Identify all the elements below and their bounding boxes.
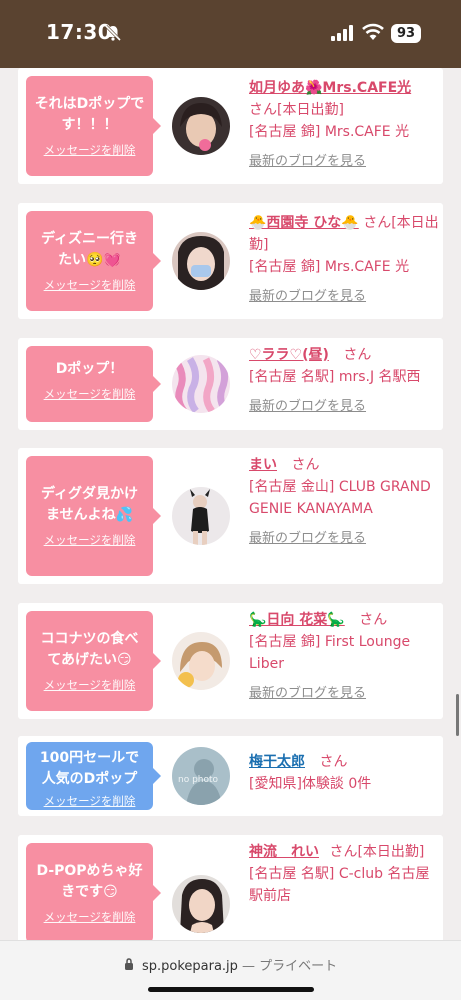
url-text: sp.pokepara.jp (141, 959, 238, 974)
message-bubble: D-POPめちゃ好きです😏 メッセージを削除 (26, 843, 161, 943)
delete-message-link[interactable]: メッセージを削除 (26, 277, 153, 293)
message-bubble: それはDポップです！！！ メッセージを削除 (26, 76, 161, 176)
honorific-status: さん[本日出勤] (329, 844, 425, 860)
message-bubble: 100円セールで人気のDポップ メッセージを削除 (26, 742, 161, 810)
list-item: ディズニー行きたい🥺💓 メッセージを削除 🐣西園寺 ひな🐣 さん[本日出勤] [… (18, 203, 443, 319)
message-text: ディズニー行きたい🥺💓 (40, 231, 139, 268)
girl-name-link[interactable]: 🐣西園寺 ひな🐣 (249, 215, 359, 231)
girl-name-link[interactable]: 🦕日向 花菜🦕 (249, 612, 345, 628)
delete-message-link[interactable]: メッセージを削除 (26, 793, 153, 809)
avatar[interactable] (172, 487, 230, 545)
honorific-status: さん (319, 754, 348, 770)
profile-info: 如月ゆあ🌺Mrs.CAFE光 さん[本日出勤] [名古屋 錦] Mrs.CAFE… (249, 77, 439, 173)
shop-name: [愛知県]体験談 0件 (249, 776, 372, 792)
girl-name-link[interactable]: まい (249, 457, 277, 473)
avatar[interactable] (172, 97, 230, 155)
profile-info: 梅干太郎 さん [愛知県]体験談 0件 (249, 751, 439, 795)
avatar[interactable] (172, 232, 230, 290)
profile-info: 🐣西園寺 ひな🐣 さん[本日出勤] [名古屋 錦] Mrs.CAFE 光 最新の… (249, 212, 439, 308)
blog-link[interactable]: 最新のブログを見る (249, 396, 439, 418)
message-text: ココナツの食べてあげたい😏 (40, 631, 139, 668)
message-bubble: ディズニー行きたい🥺💓 メッセージを削除 (26, 211, 161, 311)
blog-link[interactable]: 最新のブログを見る (249, 151, 439, 173)
girl-name-link[interactable]: 如月ゆあ🌺Mrs.CAFE光 (249, 80, 411, 96)
avatar[interactable] (172, 355, 230, 413)
message-text: それはDポップです！！！ (34, 96, 145, 133)
list-item: ココナツの食べてあげたい😏 メッセージを削除 🦕日向 花菜🦕 さん [名古屋 錦… (18, 603, 443, 719)
avatar[interactable] (172, 875, 230, 933)
shop-name: [名古屋 金山] CLUB GRAND GENIE KANAYAMA (249, 479, 431, 517)
profile-info: 神流 れい さん[本日出勤] [名古屋 名駅] C-club 名古屋駅前店 (249, 841, 439, 907)
message-text: D-POPめちゃ好きです😏 (36, 863, 143, 900)
status-bar: 17:30 93 (0, 0, 461, 68)
shop-name: [名古屋 錦] First Lounge Liber (249, 634, 411, 672)
battery-indicator: 93 (391, 24, 421, 43)
blog-link[interactable]: 最新のブログを見る (249, 528, 439, 550)
home-indicator[interactable] (148, 987, 314, 992)
message-bubble: ディグダ見かけませんよね💦 メッセージを削除 (26, 456, 161, 576)
message-bubble: ココナツの食べてあげたい😏 メッセージを削除 (26, 611, 161, 711)
list-item: D-POPめちゃ好きです😏 メッセージを削除 神流 れい さん[本日出勤] [名… (18, 835, 443, 945)
delete-message-link[interactable]: メッセージを削除 (26, 909, 153, 925)
cellular-signal-icon (331, 25, 353, 41)
avatar[interactable] (172, 632, 230, 690)
honorific-status: さん (359, 612, 388, 628)
blog-link[interactable]: 最新のブログを見る (249, 286, 439, 308)
wifi-icon (362, 23, 384, 40)
honorific-status: さん (291, 457, 320, 473)
honorific-status: さん[本日出勤] (249, 102, 344, 118)
honorific-status: さん (343, 347, 372, 363)
private-mode-label: — プライベート (242, 959, 338, 974)
profile-info: ♡ララ♡(昼) さん [名古屋 名駅] mrs.J 名駅西 最新のブログを見る (249, 344, 439, 418)
delete-message-link[interactable]: メッセージを削除 (26, 677, 153, 693)
bell-muted-icon (104, 24, 122, 42)
message-text: 100円セールで人気のDポップ (39, 750, 140, 787)
list-item: Dポップ！ メッセージを削除 ♡ララ♡(昼) さん [名古屋 名駅] mrs.J… (18, 338, 443, 430)
profile-info: 🦕日向 花菜🦕 さん [名古屋 錦] First Lounge Liber 最新… (249, 609, 439, 705)
delete-message-link[interactable]: メッセージを削除 (26, 386, 153, 402)
shop-name: [名古屋 名駅] C-club 名古屋駅前店 (249, 866, 430, 904)
girl-name-link[interactable]: ♡ララ♡(昼) (249, 347, 329, 363)
message-text: ディグダ見かけませんよね💦 (40, 486, 139, 523)
message-text: Dポップ！ (55, 361, 124, 377)
shop-name: [名古屋 錦] Mrs.CAFE 光 (249, 259, 410, 275)
delete-message-link[interactable]: メッセージを削除 (26, 142, 153, 158)
shop-name: [名古屋 錦] Mrs.CAFE 光 (249, 124, 410, 140)
avatar[interactable]: no photo (172, 747, 230, 805)
message-bubble: Dポップ！ メッセージを削除 (26, 346, 161, 422)
no-photo-label: no photo (178, 775, 219, 785)
lock-icon (124, 958, 133, 970)
list-item: 100円セールで人気のDポップ メッセージを削除 no photo 梅干太郎 さ… (18, 736, 443, 816)
delete-message-link[interactable]: メッセージを削除 (26, 532, 153, 548)
girl-name-link[interactable]: 神流 れい (249, 844, 319, 860)
clock: 17:30 (46, 20, 113, 44)
shop-name: [名古屋 名駅] mrs.J 名駅西 (249, 369, 421, 385)
scrollbar-thumb[interactable] (456, 694, 459, 736)
list-item: それはDポップです！！！ メッセージを削除 如月ゆあ🌺Mrs.CAFE光 さん[… (18, 68, 443, 184)
blog-link[interactable]: 最新のブログを見る (249, 683, 439, 705)
profile-info: まい さん [名古屋 金山] CLUB GRAND GENIE KANAYAMA… (249, 454, 439, 550)
girl-name-link[interactable]: 梅干太郎 (249, 754, 305, 770)
list-item: ディグダ見かけませんよね💦 メッセージを削除 まい さん [名古屋 金山] CL… (18, 448, 443, 584)
